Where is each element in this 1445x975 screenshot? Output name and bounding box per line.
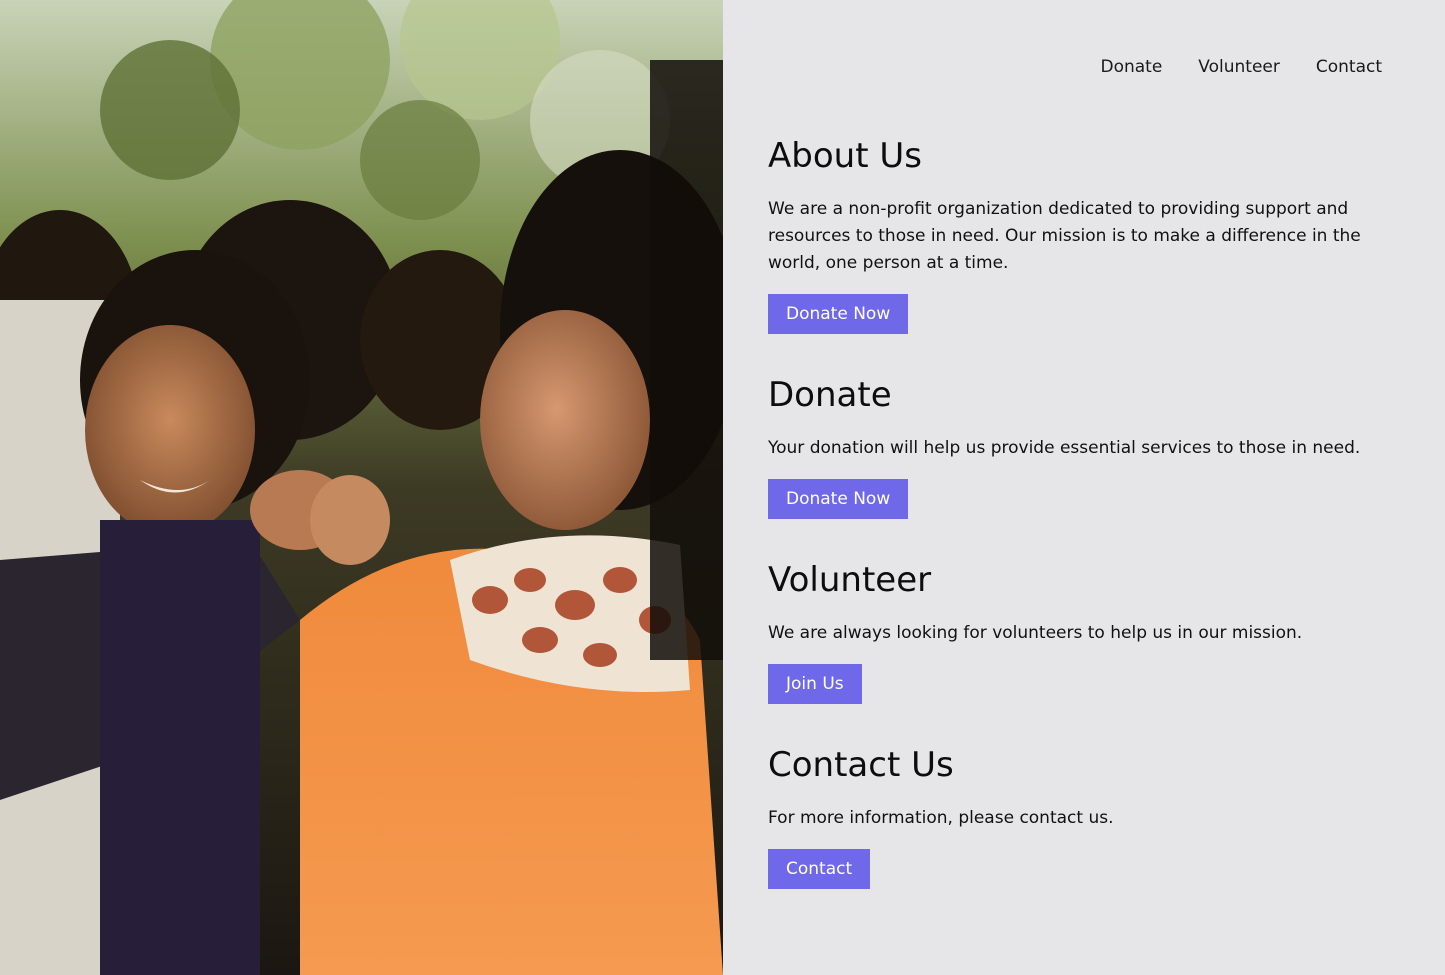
about-heading: About Us: [768, 136, 922, 176]
donate-section: Donate Your donation will help us provid…: [768, 374, 1388, 519]
about-text: We are a non-profit organization dedicat…: [768, 199, 1361, 273]
content-panel: Donate Volunteer Contact About Us We are…: [723, 0, 1445, 975]
donate-now-button[interactable]: Donate Now: [768, 294, 909, 334]
contact-button[interactable]: Contact: [768, 849, 871, 889]
donate-now-button-2[interactable]: Donate Now: [768, 479, 909, 519]
children-photo-illustration: [0, 0, 723, 975]
main-content: About Us We are a non-profit organizatio…: [768, 135, 1388, 929]
volunteer-heading: Volunteer: [768, 560, 932, 600]
volunteer-section: Volunteer We are always looking for volu…: [768, 559, 1388, 704]
hero-photo: [0, 0, 723, 975]
volunteer-text: We are always looking for volunteers to …: [768, 623, 1303, 643]
contact-text: For more information, please contact us.: [768, 808, 1114, 828]
nav-link-contact[interactable]: Contact: [1316, 56, 1382, 78]
nav-link-volunteer[interactable]: Volunteer: [1198, 56, 1280, 78]
join-us-button[interactable]: Join Us: [768, 664, 862, 704]
top-navigation: Donate Volunteer Contact: [1100, 56, 1382, 78]
about-section: About Us We are a non-profit organizatio…: [768, 135, 1388, 334]
contact-section: Contact Us For more information, please …: [768, 744, 1388, 889]
donate-text: Your donation will help us provide essen…: [768, 438, 1361, 458]
contact-heading: Contact Us: [768, 745, 954, 785]
nav-link-donate[interactable]: Donate: [1100, 56, 1162, 78]
donate-heading: Donate: [768, 375, 892, 415]
